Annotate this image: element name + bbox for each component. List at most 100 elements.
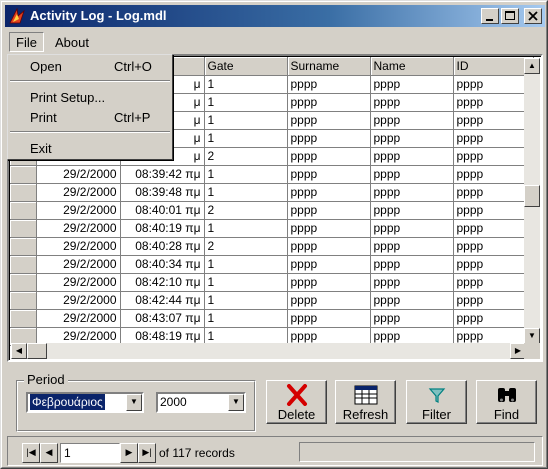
cell-date[interactable]: 29/2/2000 xyxy=(36,201,121,220)
cell-name[interactable]: pppp xyxy=(370,111,454,130)
header-surname[interactable]: Surname xyxy=(287,57,371,76)
prev-record-button[interactable]: ◀ xyxy=(40,443,58,463)
cell-surname[interactable]: pppp xyxy=(287,273,371,292)
table-row[interactable]: 29/2/2000 08:42:44 πμ 1 pppp pppp pppp xyxy=(10,291,534,310)
refresh-button[interactable]: Refresh xyxy=(335,380,396,424)
menu-about[interactable]: About xyxy=(48,32,96,52)
cell-name[interactable]: pppp xyxy=(370,93,454,112)
cell-gate[interactable]: 1 xyxy=(204,75,288,94)
table-row[interactable]: 29/2/2000 08:40:19 πμ 1 pppp pppp pppp xyxy=(10,219,534,238)
cell-gate[interactable]: 1 xyxy=(204,309,288,328)
cell-surname[interactable]: pppp xyxy=(287,147,371,166)
cell-date[interactable]: 29/2/2000 xyxy=(36,237,121,256)
title-bar[interactable]: Activity Log - Log.mdl xyxy=(5,5,545,27)
chevron-down-icon[interactable]: ▼ xyxy=(228,394,244,411)
cell-time[interactable]: 08:43:07 πμ xyxy=(120,309,205,328)
cell-name[interactable]: pppp xyxy=(370,75,454,94)
cell-gate[interactable]: 1 xyxy=(204,129,288,148)
menu-item-print-setup[interactable]: Print Setup... xyxy=(10,88,170,106)
cell-gate[interactable]: 1 xyxy=(204,273,288,292)
cell-surname[interactable]: pppp xyxy=(287,93,371,112)
scroll-up-button[interactable]: ▲ xyxy=(524,58,540,74)
cell-gate[interactable]: 1 xyxy=(204,165,288,184)
row-indicator[interactable] xyxy=(10,201,37,220)
cell-time[interactable]: 08:40:28 πμ xyxy=(120,237,205,256)
cell-gate[interactable]: 1 xyxy=(204,291,288,310)
maximize-button[interactable] xyxy=(501,8,519,24)
table-row[interactable]: 29/2/2000 08:39:48 πμ 1 pppp pppp pppp xyxy=(10,183,534,202)
cell-id[interactable]: pppp xyxy=(453,165,534,184)
cell-name[interactable]: pppp xyxy=(370,237,454,256)
current-record-input[interactable]: 1 xyxy=(60,443,120,463)
cell-surname[interactable]: pppp xyxy=(287,75,371,94)
cell-name[interactable]: pppp xyxy=(370,147,454,166)
row-indicator[interactable] xyxy=(10,183,37,202)
minimize-button[interactable] xyxy=(481,8,499,24)
cell-gate[interactable]: 1 xyxy=(204,255,288,274)
cell-id[interactable]: pppp xyxy=(453,255,534,274)
cell-surname[interactable]: pppp xyxy=(287,201,371,220)
cell-date[interactable]: 29/2/2000 xyxy=(36,291,121,310)
cell-name[interactable]: pppp xyxy=(370,273,454,292)
cell-surname[interactable]: pppp xyxy=(287,255,371,274)
cell-surname[interactable]: pppp xyxy=(287,111,371,130)
next-record-button[interactable]: ▶ xyxy=(120,443,138,463)
cell-name[interactable]: pppp xyxy=(370,129,454,148)
cell-id[interactable]: pppp xyxy=(453,237,534,256)
table-row[interactable]: 29/2/2000 08:42:10 πμ 1 pppp pppp pppp xyxy=(10,273,534,292)
cell-id[interactable]: pppp xyxy=(453,309,534,328)
table-row[interactable]: 29/2/2000 08:40:28 πμ 2 pppp pppp pppp xyxy=(10,237,534,256)
cell-gate[interactable]: 1 xyxy=(204,111,288,130)
year-select[interactable]: 2000 ▼ xyxy=(156,392,246,413)
cell-gate[interactable]: 1 xyxy=(204,183,288,202)
row-indicator[interactable] xyxy=(10,255,37,274)
cell-surname[interactable]: pppp xyxy=(287,309,371,328)
table-row[interactable]: 29/2/2000 08:40:34 πμ 1 pppp pppp pppp xyxy=(10,255,534,274)
cell-date[interactable]: 29/2/2000 xyxy=(36,309,121,328)
cell-surname[interactable]: pppp xyxy=(287,165,371,184)
cell-name[interactable]: pppp xyxy=(370,291,454,310)
scroll-down-button[interactable]: ▼ xyxy=(524,328,540,344)
cell-date[interactable]: 29/2/2000 xyxy=(36,219,121,238)
cell-gate[interactable]: 2 xyxy=(204,147,288,166)
cell-gate[interactable]: 2 xyxy=(204,201,288,220)
close-button[interactable] xyxy=(524,8,542,24)
cell-date[interactable]: 29/2/2000 xyxy=(36,255,121,274)
cell-id[interactable]: pppp xyxy=(453,93,534,112)
row-indicator[interactable] xyxy=(10,291,37,310)
row-indicator[interactable] xyxy=(10,165,37,184)
cell-name[interactable]: pppp xyxy=(370,165,454,184)
filter-button[interactable]: Filter xyxy=(406,380,467,424)
cell-time[interactable]: 08:42:10 πμ xyxy=(120,273,205,292)
cell-surname[interactable]: pppp xyxy=(287,219,371,238)
table-row[interactable]: 29/2/2000 08:40:01 πμ 2 pppp pppp pppp xyxy=(10,201,534,220)
cell-id[interactable]: pppp xyxy=(453,75,534,94)
cell-time[interactable]: 08:39:42 πμ xyxy=(120,165,205,184)
cell-id[interactable]: pppp xyxy=(453,291,534,310)
header-gate[interactable]: Gate xyxy=(204,57,288,76)
table-row[interactable]: 29/2/2000 08:39:42 πμ 1 pppp pppp pppp xyxy=(10,165,534,184)
cell-surname[interactable]: pppp xyxy=(287,237,371,256)
menu-item-exit[interactable]: Exit xyxy=(10,139,170,157)
vertical-scrollbar[interactable]: ▲ ▼ xyxy=(524,58,540,344)
scroll-left-button[interactable]: ◀ xyxy=(11,343,27,359)
cell-gate[interactable]: 1 xyxy=(204,93,288,112)
delete-button[interactable]: Delete xyxy=(266,380,327,424)
cell-date[interactable]: 29/2/2000 xyxy=(36,183,121,202)
cell-time[interactable]: 08:40:34 πμ xyxy=(120,255,205,274)
cell-id[interactable]: pppp xyxy=(453,147,534,166)
cell-name[interactable]: pppp xyxy=(370,255,454,274)
menu-item-open[interactable]: Open Ctrl+O xyxy=(10,57,170,75)
table-row[interactable]: 29/2/2000 08:43:07 πμ 1 pppp pppp pppp xyxy=(10,309,534,328)
cell-date[interactable]: 29/2/2000 xyxy=(36,165,121,184)
row-indicator[interactable] xyxy=(10,273,37,292)
cell-id[interactable]: pppp xyxy=(453,273,534,292)
row-indicator[interactable] xyxy=(10,219,37,238)
header-name[interactable]: Name xyxy=(370,57,454,76)
cell-name[interactable]: pppp xyxy=(370,309,454,328)
header-id[interactable]: ID xyxy=(453,57,534,76)
cell-time[interactable]: 08:42:44 πμ xyxy=(120,291,205,310)
cell-name[interactable]: pppp xyxy=(370,201,454,220)
cell-surname[interactable]: pppp xyxy=(287,183,371,202)
cell-time[interactable]: 08:39:48 πμ xyxy=(120,183,205,202)
